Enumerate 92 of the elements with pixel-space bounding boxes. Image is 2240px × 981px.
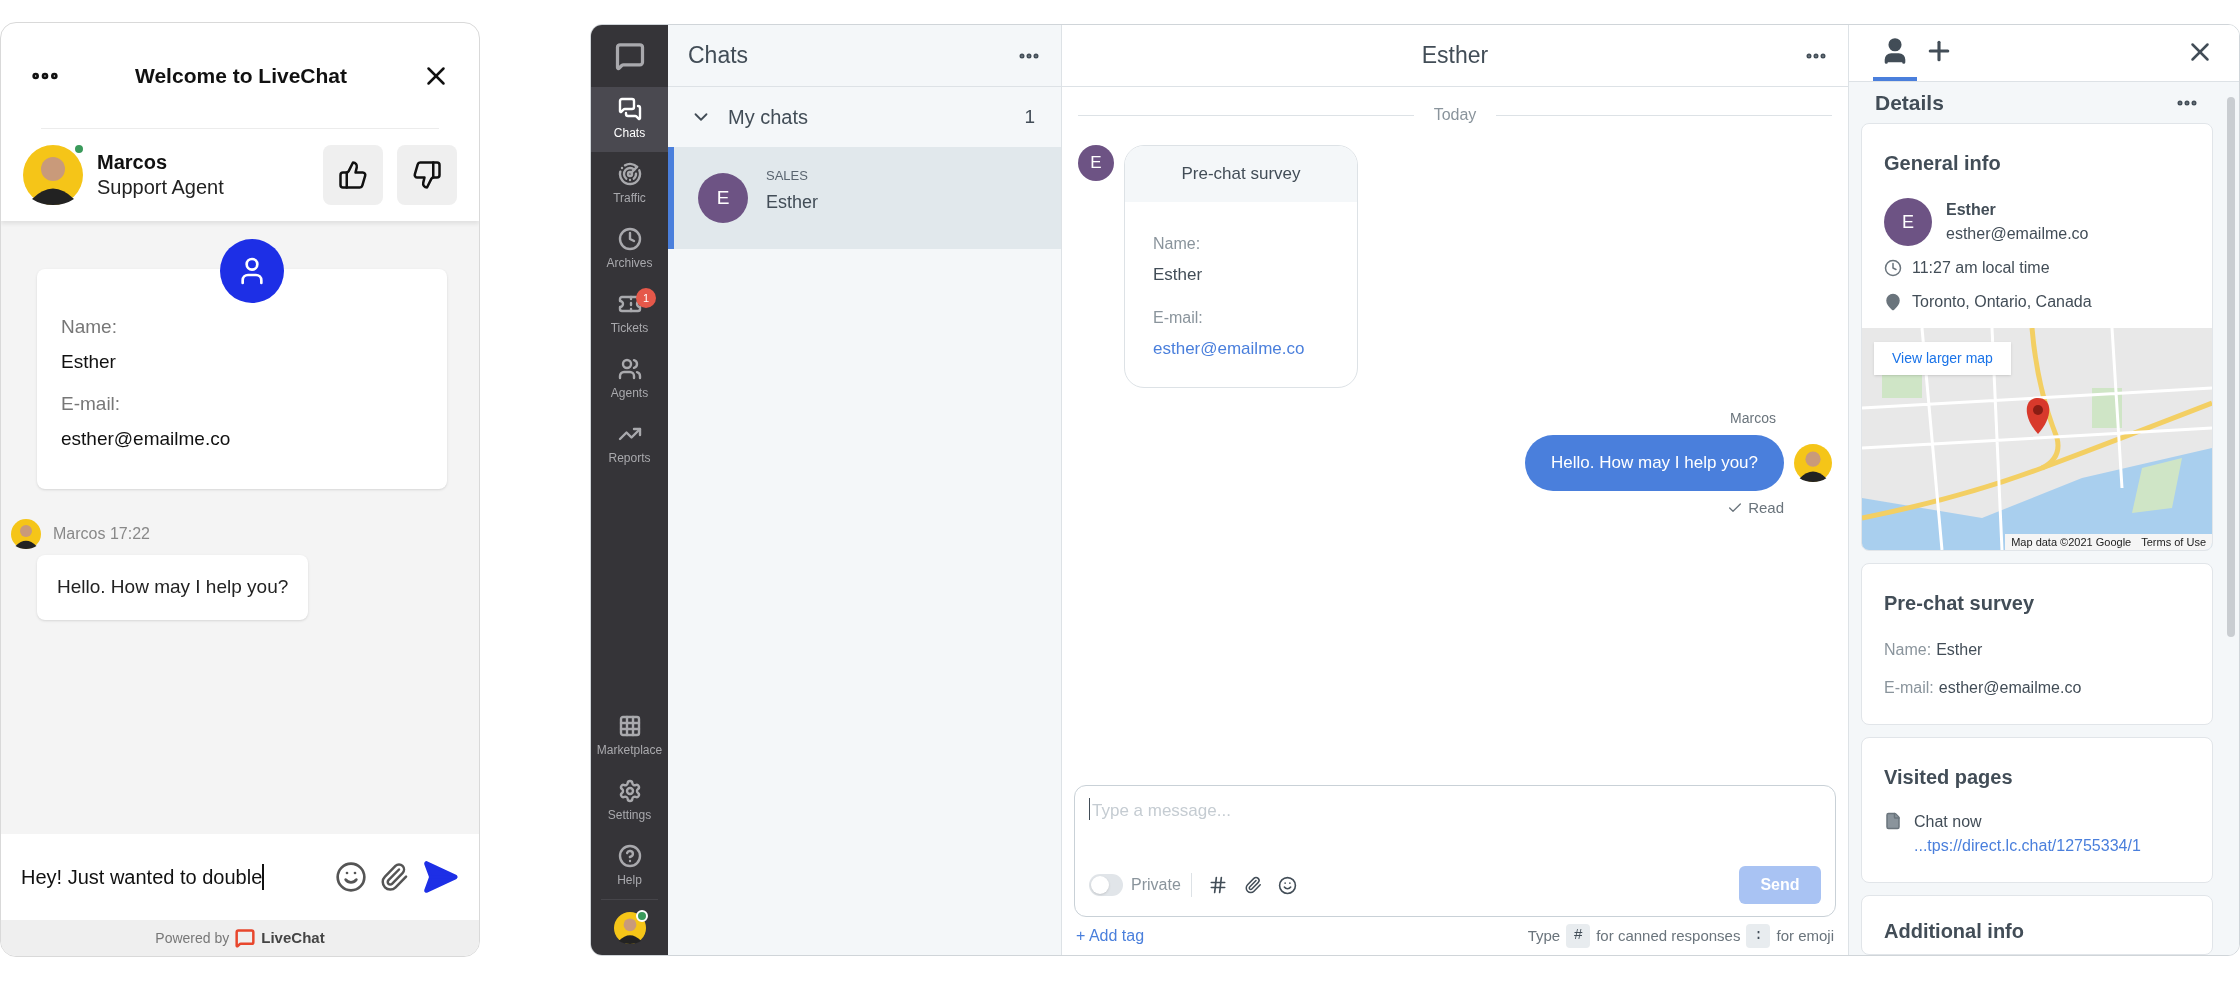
emoji-icon[interactable]	[1277, 875, 1297, 895]
settings-icon	[617, 779, 642, 803]
key-hint: #	[1566, 924, 1591, 948]
panel-title: Details	[1875, 89, 1944, 116]
field-value: Esther	[61, 349, 117, 374]
nav-item[interactable]: Tickets 1	[591, 282, 668, 347]
message-bubble: Hello. How may I help you?	[1525, 435, 1784, 491]
map-attribution: Map data ©2021 Google	[2011, 534, 2132, 550]
chat-name: Esther	[766, 191, 819, 215]
card-title: Pre-chat survey	[1181, 163, 1301, 186]
field-value: esther@emailme.co	[1938, 678, 2082, 698]
logo-icon[interactable]	[614, 41, 645, 71]
field-label: E-mail:	[61, 392, 122, 416]
clock-icon	[1884, 259, 1902, 277]
message-bubble: Hello. How may I help you?	[37, 555, 309, 620]
view-map-button[interactable]: View larger map	[1874, 342, 2011, 375]
radar-icon	[617, 162, 642, 186]
attachment-icon[interactable]	[379, 862, 409, 892]
field-label: Name:	[1884, 640, 1932, 660]
card-title: Visited pages	[1884, 765, 2014, 790]
attachment-icon[interactable]	[1243, 876, 1262, 894]
private-label: Private	[1131, 873, 1192, 897]
agent-name: Marcos	[97, 150, 169, 175]
agent-role: Support Agent	[97, 175, 225, 200]
contact-email: esther@emailme.co	[1946, 224, 2089, 244]
thumbs-up-button[interactable]	[323, 145, 383, 205]
clock-icon	[617, 227, 642, 251]
card-title: General info	[1884, 151, 2002, 176]
nav-item[interactable]: Chats	[591, 87, 668, 152]
field-value: Esther	[1936, 640, 1983, 660]
hint-text: Type	[1527, 925, 1561, 946]
people-icon	[617, 357, 642, 381]
nav-item[interactable]: Help	[591, 834, 668, 899]
thumbs-down-icon	[412, 160, 442, 190]
widget-title: Welcome to LiveChat	[135, 62, 347, 89]
page-title: Chat now	[1914, 812, 1983, 832]
card-title: Additional info	[1884, 919, 2025, 944]
nav-item[interactable]: Archives	[591, 217, 668, 282]
count-badge: 1	[636, 288, 656, 308]
private-toggle[interactable]	[1089, 874, 1123, 896]
nav-item[interactable]: Settings	[591, 769, 668, 834]
card-title: Pre-chat survey	[1884, 591, 2036, 616]
field-value: esther@emailme.co	[61, 426, 232, 451]
add-tag-link[interactable]: + Add tag	[1076, 924, 1145, 948]
avatar	[1794, 443, 1832, 482]
contact-avatar: E	[1884, 198, 1932, 246]
location-icon	[1884, 293, 1902, 311]
field-label: Name:	[1153, 234, 1202, 254]
nav-item[interactable]: Traffic	[591, 152, 668, 217]
logo-icon	[235, 928, 256, 948]
scrollbar[interactable]	[2227, 97, 2235, 637]
field-label: E-mail:	[1153, 307, 1204, 328]
chat-bubbles-icon	[617, 97, 642, 121]
nav-item[interactable]: Reports	[591, 412, 668, 477]
chat-list-item[interactable]: E SALES Esther	[668, 147, 1061, 249]
email-link[interactable]: esther@emailme.co	[1153, 335, 1329, 361]
avatar	[613, 911, 646, 944]
nav-item[interactable]: Agents	[591, 347, 668, 412]
location-text: Toronto, Ontario, Canada	[1912, 292, 2092, 312]
conversation-title: Esther	[1421, 41, 1489, 71]
field-label: E-mail:	[1884, 678, 1934, 698]
thumbs-down-button[interactable]	[397, 145, 457, 205]
field-value: Esther	[1153, 264, 1204, 286]
nav-item[interactable]: Marketplace	[591, 704, 668, 769]
contact-name: Esther	[1946, 200, 1997, 220]
chat-tag: SALES	[766, 165, 819, 186]
brand-name[interactable]: LiveChat	[261, 926, 325, 950]
terms-link[interactable]: Terms of Use	[2141, 533, 2206, 550]
chat-group-header[interactable]: My chats 1	[668, 87, 1061, 147]
date-divider: Today	[1433, 105, 1477, 125]
thumbs-up-icon	[338, 160, 368, 190]
avatar	[23, 145, 83, 205]
message-input[interactable]: Hey! Just wanted to double	[21, 862, 323, 892]
page-icon	[1884, 812, 1902, 830]
panel-title: Chats	[688, 41, 749, 71]
grid-icon	[617, 714, 642, 738]
contact-avatar: E	[698, 173, 748, 223]
read-status: Read	[1748, 497, 1784, 518]
avatar	[11, 519, 41, 549]
message-meta: Marcos 17:22	[53, 524, 150, 544]
hint-text: for emoji	[1776, 925, 1834, 946]
local-time: 11:27 am local time	[1912, 258, 2050, 278]
hint-text: for canned responses	[1596, 925, 1741, 946]
page-link[interactable]: ...tps://direct.lc.chat/12755334/1	[1914, 834, 2141, 858]
emoji-icon[interactable]	[335, 861, 367, 893]
field-label: Name:	[61, 315, 118, 339]
help-icon	[617, 844, 642, 868]
powered-by: Powered by	[155, 928, 230, 948]
key-hint: :	[1746, 924, 1771, 948]
author-name: Marcos	[1730, 409, 1776, 428]
contact-avatar: E	[1078, 145, 1114, 181]
send-icon[interactable]	[421, 858, 459, 896]
